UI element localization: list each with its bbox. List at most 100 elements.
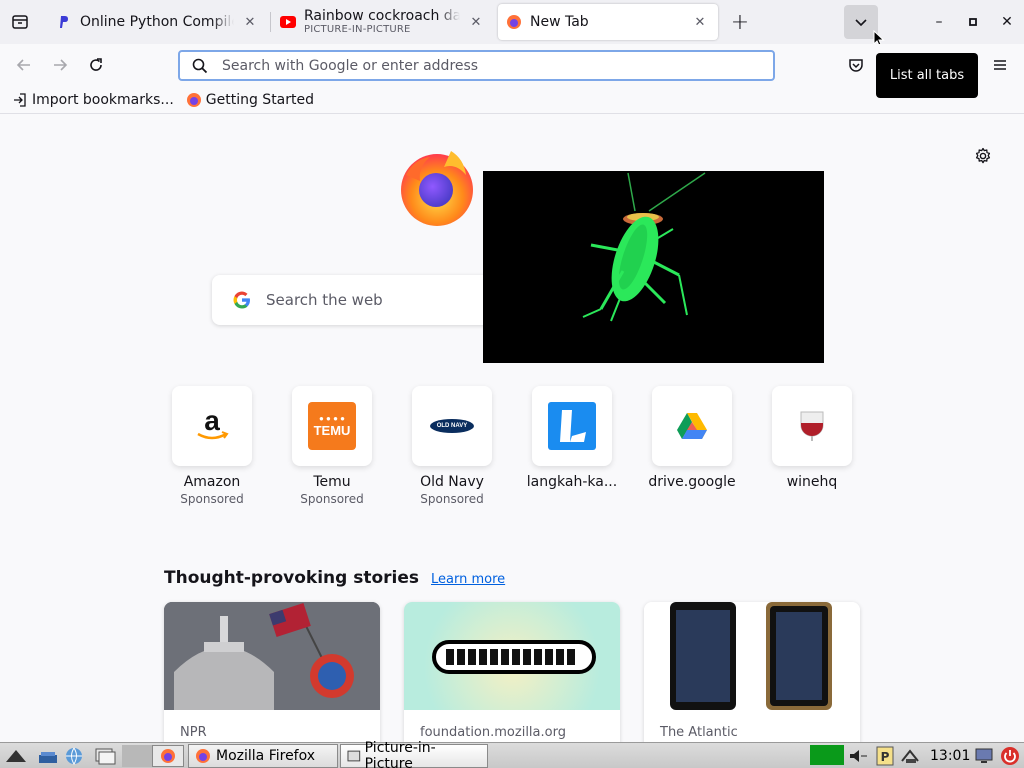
- sponsored-label: Sponsored: [300, 492, 364, 506]
- story-image-phones: [644, 602, 860, 710]
- globe-icon: [66, 747, 82, 765]
- start-menu-button[interactable]: [4, 745, 28, 767]
- firefox-icon: [186, 92, 202, 108]
- learn-more-link[interactable]: Learn more: [431, 572, 505, 587]
- wine-glass-icon: [800, 411, 824, 441]
- task-picture-in-picture[interactable]: Picture-in-Picture: [340, 740, 488, 768]
- top-site-drive-google[interactable]: drive.google: [632, 386, 752, 490]
- maximize-button[interactable]: [961, 10, 985, 34]
- pocket-icon: [849, 59, 863, 72]
- google-drive-logo-icon: [677, 413, 707, 439]
- new-tab-button[interactable]: +: [724, 6, 756, 38]
- tooltip-list-all-tabs: List all tabs: [876, 53, 978, 98]
- chevron-down-icon: [855, 19, 867, 27]
- site-name: winehq: [786, 474, 838, 490]
- task-label: Picture-in-Picture: [364, 740, 436, 768]
- close-icon[interactable]: ✕: [240, 12, 260, 32]
- top-site-amazon[interactable]: a Amazon Sponsored: [152, 386, 272, 506]
- bookmark-import[interactable]: Import bookmarks...: [12, 92, 174, 108]
- site-name: Amazon: [183, 474, 241, 490]
- firefox-favicon-icon: [506, 14, 522, 30]
- google-g-icon: [233, 291, 250, 309]
- firefox-logo-icon: [401, 151, 473, 226]
- task-label: Mozilla Firefox: [216, 748, 316, 764]
- story-source: The Atlantic: [660, 725, 738, 740]
- task-mozilla-firefox[interactable]: Mozilla Firefox: [188, 744, 338, 768]
- bookmarks-toolbar: Import bookmarks... Getting Started: [0, 86, 1024, 114]
- old-navy-logo-icon: OLD NAVY: [430, 419, 474, 433]
- stories-heading: Thought-provoking stories: [164, 568, 420, 588]
- bookmark-getting-started[interactable]: Getting Started: [186, 92, 314, 108]
- story-card[interactable]: The Atlantic: [644, 602, 860, 742]
- picture-in-picture-window[interactable]: [483, 171, 824, 363]
- cockroach-video-frame: [582, 172, 706, 322]
- hamburger-menu-icon: [994, 60, 1006, 70]
- cpu-monitor-graph: [810, 745, 844, 765]
- tab-new-tab[interactable]: New Tab ✕: [498, 4, 718, 40]
- story-card[interactable]: foundation.mozilla.org: [404, 602, 620, 742]
- firefox-view-icon: [12, 15, 28, 29]
- speaker-icon: [850, 750, 867, 762]
- forward-button[interactable]: [44, 49, 76, 81]
- amazon-logo-icon: a: [197, 406, 229, 440]
- customize-settings-button[interactable]: [971, 144, 995, 168]
- power-button[interactable]: [1000, 745, 1020, 767]
- search-placeholder: Search the web: [266, 291, 383, 309]
- story-image-progress-bar: [404, 602, 620, 710]
- parcellite-button[interactable]: P: [876, 745, 894, 767]
- show-desktop-button[interactable]: [38, 745, 58, 767]
- navigation-toolbar: [0, 44, 1024, 86]
- url-input[interactable]: [222, 57, 742, 74]
- tab-strip: Online Python Compiler (I ✕ Rainbow cock…: [0, 0, 1024, 48]
- reload-button[interactable]: [80, 49, 112, 81]
- search-icon: [192, 58, 208, 73]
- firefox-view-button[interactable]: [4, 6, 36, 38]
- import-icon: [12, 92, 28, 108]
- story-image-capitol: [164, 602, 380, 710]
- volume-button[interactable]: [848, 745, 868, 767]
- pocket-button[interactable]: [840, 49, 872, 81]
- site-name: drive.google: [648, 474, 736, 490]
- close-window-button[interactable]: ✕: [995, 10, 1019, 34]
- site-name: Old Navy: [420, 474, 484, 490]
- start-menu-icon: [6, 750, 26, 762]
- tab-online-python-compiler[interactable]: Online Python Compiler (I ✕: [48, 4, 268, 40]
- top-site-winehq[interactable]: winehq: [752, 386, 872, 490]
- workspace-switcher[interactable]: [122, 745, 152, 767]
- clipboard-icon: P: [876, 746, 894, 766]
- window-icon: [95, 748, 116, 765]
- tab-subtitle: PICTURE-IN-PICTURE: [304, 24, 411, 36]
- top-site-old-navy[interactable]: OLD NAVY Old Navy Sponsored: [392, 386, 512, 506]
- screen-settings-button[interactable]: [974, 745, 994, 767]
- story-source: foundation.mozilla.org: [420, 725, 566, 740]
- tab-rainbow-cockroach[interactable]: Rainbow cockroach danc PICTURE-IN-PICTUR…: [272, 4, 494, 40]
- clock[interactable]: 13:01: [930, 745, 970, 767]
- file-manager-launcher[interactable]: [94, 745, 116, 767]
- close-icon[interactable]: ✕: [466, 12, 486, 32]
- app-menu-button[interactable]: [984, 49, 1016, 81]
- minimize-button[interactable]: –: [927, 10, 951, 34]
- back-button[interactable]: [8, 49, 40, 81]
- url-bar[interactable]: [178, 50, 775, 81]
- tab-title: Online Python Compiler (I: [80, 14, 234, 30]
- svg-text:a: a: [204, 406, 220, 436]
- browser-launcher[interactable]: [64, 745, 84, 767]
- story-card[interactable]: NPR: [164, 602, 380, 742]
- firefox-launcher[interactable]: [152, 745, 184, 767]
- svg-text:P: P: [881, 750, 890, 764]
- tab-title: Rainbow cockroach danc: [304, 8, 460, 24]
- close-icon[interactable]: ✕: [690, 12, 710, 32]
- top-site-langkah[interactable]: langkah-ka...: [512, 386, 632, 490]
- firefox-icon: [196, 749, 210, 763]
- tab-title: New Tab: [530, 14, 589, 30]
- story-source: NPR: [180, 725, 207, 740]
- site-name: langkah-ka...: [526, 474, 618, 490]
- langkah-logo-icon: [548, 402, 596, 450]
- sponsored-label: Sponsored: [420, 492, 484, 506]
- site-name: Temu: [313, 474, 351, 490]
- bookmark-label: Import bookmarks...: [32, 91, 174, 108]
- top-site-temu[interactable]: ● ● ● ● TEMU Temu Sponsored: [272, 386, 392, 506]
- gear-icon: [975, 147, 991, 164]
- temu-logo-icon: ● ● ● ● TEMU: [308, 402, 356, 450]
- network-button[interactable]: [900, 745, 920, 767]
